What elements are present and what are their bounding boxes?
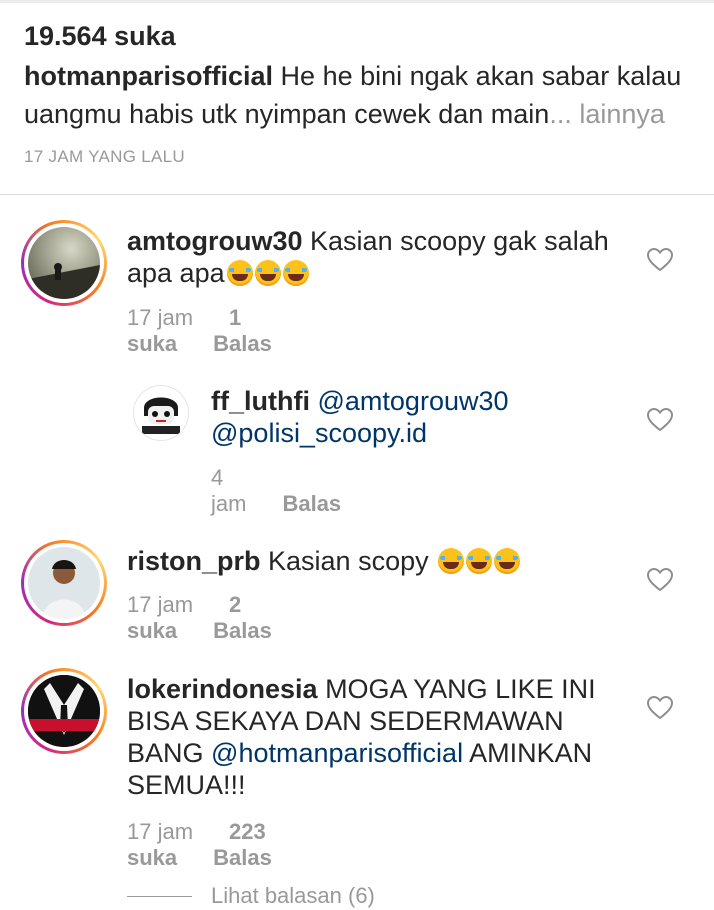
- comment-body-2: apa apa: [127, 258, 225, 288]
- avatar[interactable]: [21, 540, 107, 626]
- comment-username[interactable]: amtogrouw30: [127, 226, 303, 256]
- replies-line: [127, 896, 192, 897]
- heart-icon[interactable]: [647, 408, 673, 432]
- comment-text: lokerindonesia MOGA YANG LIKE INI BISA S…: [127, 673, 647, 801]
- comment-meta: 17 jam 223 suka Balas: [127, 819, 308, 871]
- caption-text-2: uangmu habis utk nyimpan cewek dan main: [24, 99, 550, 129]
- tears-of-joy-emoji-icon: [466, 548, 493, 574]
- tears-of-joy-emoji-icon: [282, 260, 309, 286]
- avatar-photo-icon: [42, 560, 86, 619]
- avatar[interactable]: [133, 385, 189, 441]
- caption-more-link[interactable]: ... lainnya: [549, 99, 665, 129]
- top-border: [0, 0, 714, 3]
- reply-button[interactable]: Balas: [213, 845, 272, 870]
- mention-link[interactable]: @hotmanparisofficial: [211, 738, 463, 768]
- caption: hotmanparisofficial He he bini ngak akan…: [24, 57, 694, 133]
- tears-of-joy-emoji-icon: [254, 260, 281, 286]
- avatar[interactable]: [21, 668, 107, 754]
- comment-username[interactable]: ff_luthfi: [211, 386, 310, 416]
- comment-body: MOGA YANG LIKE INI: [317, 674, 596, 704]
- comment-text: amtogrouw30 Kasian scoopy gak salah apa …: [127, 225, 647, 289]
- reply-button[interactable]: Balas: [213, 331, 272, 356]
- comment-username[interactable]: riston_prb: [127, 546, 261, 576]
- comment-body-4: SEMUA!!!: [127, 770, 246, 800]
- caption-username[interactable]: hotmanparisofficial: [24, 61, 273, 91]
- mention-link[interactable]: @polisi_scoopy.id: [211, 418, 427, 448]
- heart-icon[interactable]: [647, 568, 673, 592]
- reply-button[interactable]: Balas: [282, 491, 341, 516]
- heart-icon[interactable]: [647, 696, 673, 720]
- comment-body-3: BANG: [127, 738, 212, 768]
- mention-link[interactable]: @amtogrouw30: [318, 386, 509, 416]
- caption-text-1: He he bini ngak akan sabar kalau: [273, 61, 682, 91]
- tears-of-joy-emoji-icon: [438, 548, 465, 574]
- comment-time: 4 jam: [211, 465, 247, 516]
- comment-time: 17 jam: [127, 305, 194, 330]
- avatar-photo-icon: [28, 263, 100, 299]
- comment-text: riston_prb Kasian scopy: [127, 545, 647, 577]
- reply-button[interactable]: Balas: [213, 618, 272, 643]
- tears-of-joy-emoji-icon: [494, 548, 521, 574]
- heart-icon[interactable]: [647, 248, 673, 272]
- comment-body-3-suffix: AMINKAN: [463, 738, 593, 768]
- divider: [0, 194, 714, 195]
- comment-time: 17 jam: [127, 819, 194, 844]
- comment-meta: 4 jam Balas: [211, 465, 377, 517]
- view-replies-label[interactable]: Lihat balasan (6): [211, 883, 375, 909]
- comment-meta: 17 jam 1 suka Balas: [127, 305, 308, 357]
- likes-count[interactable]: 19.564 suka: [24, 18, 694, 54]
- comment-text: ff_luthfi @amtogrouw30 @polisi_scoopy.id: [211, 385, 651, 449]
- avatar-logo-icon: [28, 675, 100, 747]
- comment-meta: 17 jam 2 suka Balas: [127, 592, 308, 644]
- avatar[interactable]: [21, 220, 107, 306]
- comment-time: 17 jam: [127, 592, 194, 617]
- post-info: 19.564 suka hotmanparisofficial He he bi…: [24, 18, 694, 167]
- avatar-cartoon-icon: [142, 397, 180, 434]
- comment-username[interactable]: lokerindonesia: [127, 674, 318, 704]
- tears-of-joy-emoji-icon: [226, 260, 253, 286]
- comment-body-2: BISA SEKAYA DAN SEDERMAWAN: [127, 706, 564, 736]
- comment-body: Kasian scopy: [260, 546, 429, 576]
- post-timestamp: 17 JAM YANG LALU: [24, 147, 186, 166]
- comment-body: Kasian scoopy gak salah: [302, 226, 609, 256]
